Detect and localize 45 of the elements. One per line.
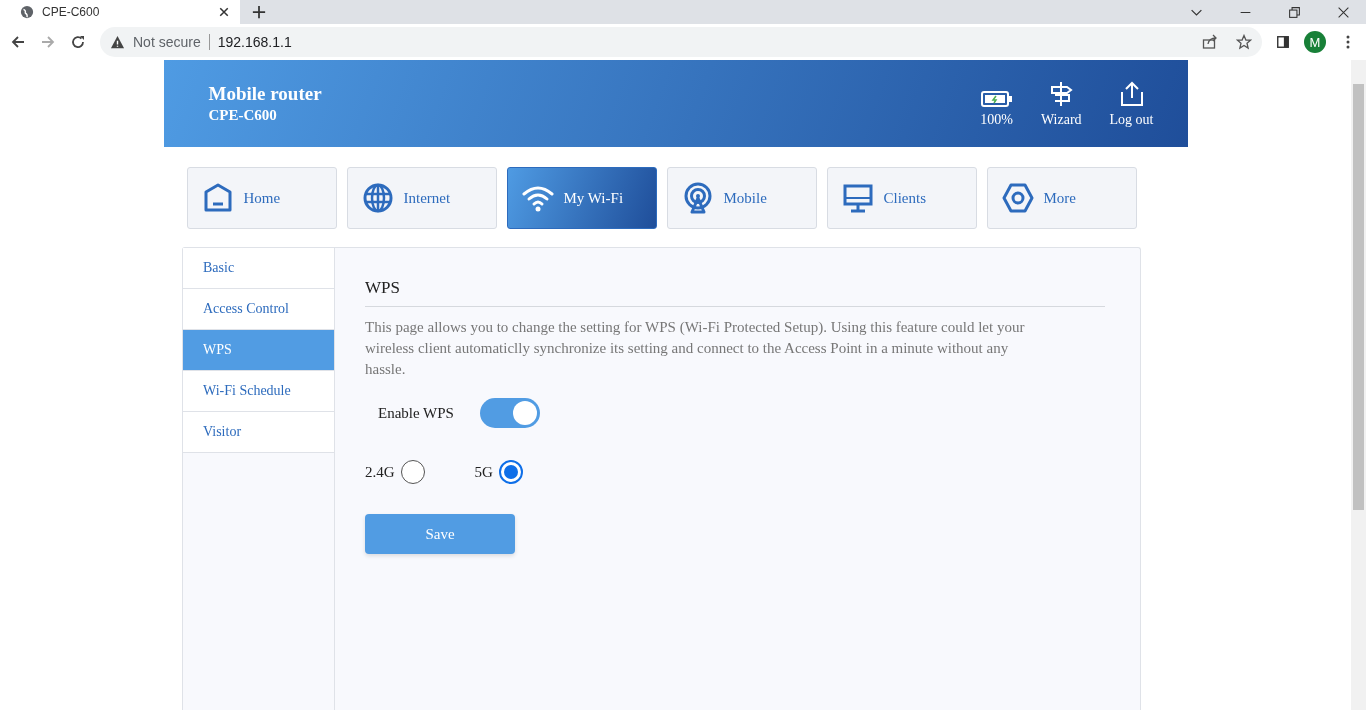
new-tab-icon[interactable] — [252, 5, 266, 19]
band-label: 5G — [474, 463, 493, 481]
close-icon[interactable] — [218, 6, 230, 18]
enable-wps-label: Enable WPS — [378, 404, 454, 422]
reload-icon[interactable] — [70, 34, 86, 50]
logout-button[interactable]: Log out — [1109, 79, 1154, 128]
sidebar-item[interactable]: Wi-Fi Schedule — [183, 371, 334, 412]
side-panel-icon[interactable] — [1276, 35, 1290, 49]
globe-icon — [20, 5, 34, 19]
description-text: This page allows you to change the setting for WPS (Wi-Fi Protected Setup). Using this feature could let your wireless client automaticlly synchronize its setting and connect to the Access Point in a minute without any hassle. — [365, 318, 1026, 379]
router-title: Mobile router — [208, 83, 322, 105]
nav-tab[interactable]: Internet — [346, 167, 497, 229]
nav-tab[interactable]: Mobile — [666, 167, 817, 229]
nav-tab[interactable]: Clients — [826, 167, 977, 229]
share-icon[interactable] — [1202, 34, 1218, 50]
wizard-button[interactable]: Wizard — [1040, 79, 1082, 128]
star-icon[interactable] — [1236, 34, 1252, 50]
monitor-icon — [841, 182, 874, 214]
profile-avatar[interactable]: M — [1304, 31, 1326, 53]
band-label: 2.4G — [365, 463, 395, 481]
sidebar-item[interactable]: WPS — [183, 330, 334, 371]
sidebar-item[interactable]: Access Control — [183, 289, 334, 330]
security-label: Not secure — [133, 34, 210, 50]
hexagon-icon — [1001, 182, 1034, 214]
nav-tab[interactable]: Home — [186, 167, 337, 229]
url-text: 192.168.1.1 — [217, 34, 292, 50]
globe-icon — [361, 182, 394, 214]
nav-tab[interactable]: My Wi-Fi — [506, 167, 657, 229]
nav-tab[interactable]: More — [986, 167, 1137, 229]
sidebar-item[interactable]: Basic — [183, 248, 334, 289]
browser-tab[interactable]: CPE-C600 — [0, 0, 240, 24]
warning-icon — [110, 34, 125, 50]
save-button[interactable]: Save — [365, 514, 515, 554]
radio-button[interactable] — [498, 460, 523, 484]
router-model: CPE-C600 — [208, 107, 278, 124]
sidebar-item[interactable]: Visitor — [183, 412, 334, 453]
restore-icon[interactable] — [1288, 5, 1301, 19]
battery-status: 100% — [980, 89, 1013, 128]
toggle-switch[interactable] — [479, 398, 540, 428]
address-bar[interactable]: Not secure 192.168.1.1 — [100, 27, 1262, 57]
close-icon[interactable] — [1337, 5, 1350, 19]
back-icon[interactable] — [10, 34, 26, 50]
section-title: WPS — [365, 278, 1105, 307]
scrollbar[interactable] — [1351, 60, 1366, 710]
radio-button[interactable] — [400, 460, 425, 484]
